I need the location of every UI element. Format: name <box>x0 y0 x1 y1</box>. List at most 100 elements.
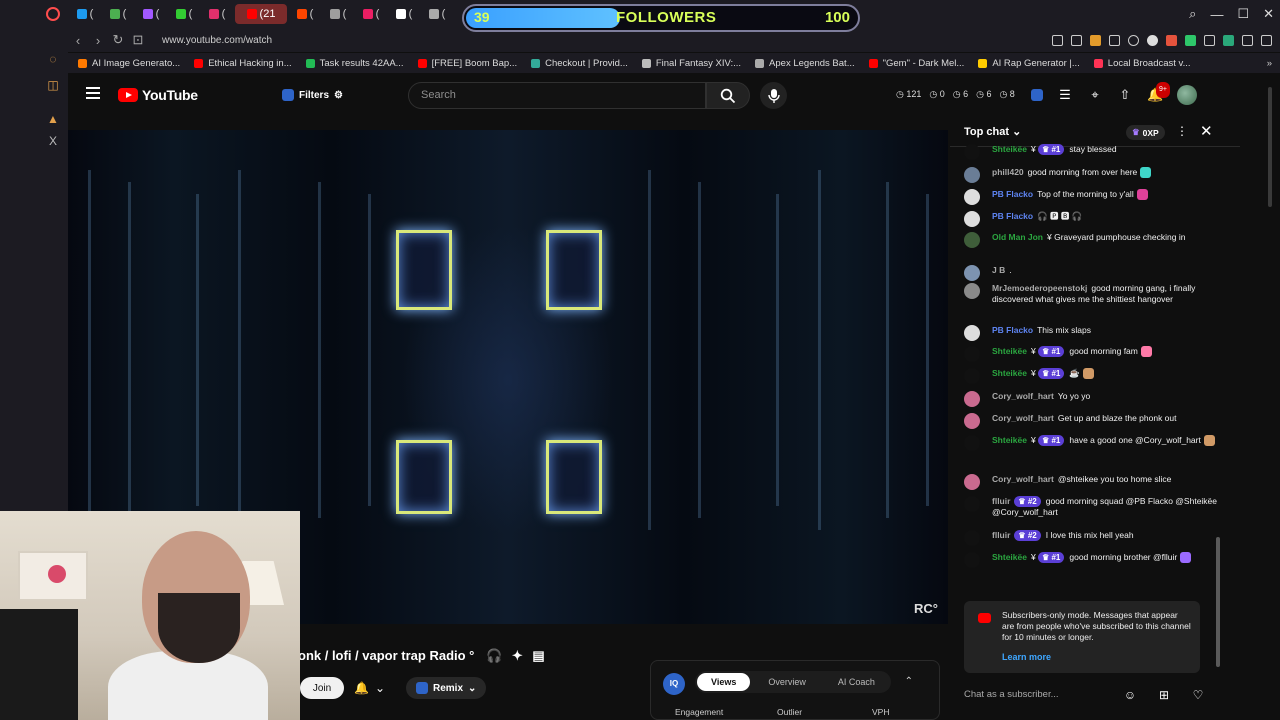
url-field[interactable]: www.youtube.com/watch <box>162 35 272 46</box>
analytics-tab-1[interactable]: Overview <box>754 673 820 691</box>
sidebar-x-icon[interactable]: X <box>46 134 60 148</box>
bookmarks-more-icon[interactable]: » <box>1267 58 1272 69</box>
search-input[interactable]: Search <box>408 82 706 109</box>
sidebar-ai-icon[interactable]: ◌ <box>46 52 60 66</box>
voice-search-button[interactable] <box>760 82 787 109</box>
page-scroll-thumb[interactable] <box>1268 87 1272 207</box>
chat-author[interactable]: PB Flacko <box>992 189 1033 199</box>
subscribed-bell-button[interactable]: 🔔 ⌄ <box>354 677 396 699</box>
chat-avatar[interactable] <box>964 552 980 568</box>
learn-more-link[interactable]: Learn more <box>1002 652 1051 662</box>
analytics-tab-0[interactable]: Views <box>697 673 751 691</box>
chat-author[interactable]: phill420 <box>992 167 1024 177</box>
chevron-up-icon[interactable]: ⌃ <box>905 676 913 687</box>
heart-icon[interactable]: ♡ <box>1190 687 1206 703</box>
bookmark-item-6[interactable]: Apex Legends Bat... <box>755 58 855 69</box>
chat-author[interactable]: Old Man Jon <box>992 232 1043 242</box>
chat-avatar[interactable] <box>964 265 980 281</box>
chat-author[interactable]: PB Flacko <box>992 211 1033 221</box>
youtube-logo[interactable]: YouTube <box>118 87 198 103</box>
account-avatar[interactable] <box>1177 85 1197 105</box>
chat-avatar[interactable] <box>964 530 980 546</box>
chat-avatar[interactable] <box>964 474 980 490</box>
chat-author[interactable]: MrJemoederopeenstokj <box>992 283 1087 293</box>
bookmark-item-4[interactable]: Checkout | Provid... <box>531 58 628 69</box>
chat-avatar[interactable] <box>964 283 980 299</box>
chat-author[interactable]: Cory_wolf_hart <box>992 391 1054 401</box>
chat-avatar[interactable] <box>964 413 980 429</box>
dollar-icon[interactable]: ⊞ <box>1156 687 1172 703</box>
tab-6[interactable]: ( <box>290 4 320 24</box>
forward-icon[interactable]: › <box>88 33 108 48</box>
tab-9[interactable]: ( <box>389 4 419 24</box>
sidebar-bag-icon[interactable]: ◫ <box>46 78 60 92</box>
play-icon[interactable] <box>1109 34 1120 46</box>
bookmark-item-8[interactable]: AI Rap Generator |... <box>978 58 1080 69</box>
minimize-icon[interactable]: — <box>1210 7 1223 22</box>
tab-7[interactable]: ( <box>323 4 353 24</box>
remix-button[interactable]: Remix ⌄ <box>406 677 487 699</box>
chat-scroll-thumb[interactable] <box>1216 537 1220 667</box>
heart-icon[interactable] <box>1128 34 1139 46</box>
bookmark-item-2[interactable]: Task results 42AA... <box>305 58 404 69</box>
chat-avatar[interactable] <box>964 346 980 362</box>
bookmark-item-7[interactable]: "Gem" - Dark Mel... <box>868 58 964 69</box>
iq-extension-icon[interactable] <box>1031 89 1043 101</box>
list-icon[interactable]: ☰ <box>1057 87 1073 103</box>
emoji-icon[interactable]: ☺ <box>1122 687 1138 703</box>
chat-avatar[interactable] <box>964 189 980 205</box>
tag-icon[interactable]: ⌖ <box>1087 87 1103 103</box>
tab-0[interactable]: ( <box>70 4 100 24</box>
puzzle-icon[interactable] <box>1204 34 1215 46</box>
bookmark-item-5[interactable]: Final Fantasy XIV:... <box>641 58 741 69</box>
bookmark-item-9[interactable]: Local Broadcast v... <box>1093 58 1191 69</box>
download-icon[interactable] <box>1242 34 1253 46</box>
chat-author[interactable]: Shteikëe <box>992 552 1027 562</box>
chat-author[interactable]: Shteikëe <box>992 435 1027 445</box>
notifications-icon[interactable]: 🔔 9+ <box>1147 82 1170 103</box>
chat-author[interactable]: PB Flacko <box>992 325 1033 335</box>
shield-icon[interactable] <box>1090 34 1101 46</box>
search-tabs-icon[interactable]: ⌕ <box>1189 6 1196 22</box>
analytics-tab-2[interactable]: AI Coach <box>824 673 889 691</box>
bookmark-item-1[interactable]: Ethical Hacking in... <box>194 58 292 69</box>
chat-scrollbar[interactable] <box>1216 157 1220 673</box>
profile-v-icon[interactable] <box>1223 34 1234 46</box>
channel-watermark[interactable]: RC° <box>914 601 938 616</box>
search-button[interactable] <box>706 82 750 109</box>
bookmark-item-3[interactable]: [FREE] Boom Bap... <box>417 58 517 69</box>
tab-5[interactable]: (21 <box>235 4 287 24</box>
chat-avatar[interactable] <box>964 144 980 160</box>
chat-author[interactable]: Cory_wolf_hart <box>992 474 1054 484</box>
top-chat-dropdown[interactable]: Top chat ⌄ <box>964 125 1021 138</box>
chat-author[interactable]: flluir <box>992 530 1010 540</box>
chat-avatar[interactable] <box>964 211 980 227</box>
tab-2[interactable]: ( <box>136 4 166 24</box>
opera-menu-icon[interactable] <box>46 7 60 21</box>
close-chat-icon[interactable]: ✕ <box>1200 122 1213 140</box>
tab-8[interactable]: ( <box>356 4 386 24</box>
extension-red-icon[interactable] <box>1166 34 1177 46</box>
chat-author[interactable]: flluir <box>992 496 1010 506</box>
chat-author[interactable]: Shteikëe <box>992 346 1027 356</box>
chat-avatar[interactable] <box>964 368 980 384</box>
screenshot-icon[interactable] <box>1071 34 1082 46</box>
bookmark-icon[interactable] <box>1052 34 1063 46</box>
chat-author[interactable]: J B <box>992 265 1005 275</box>
extension-s-icon[interactable] <box>1147 34 1158 46</box>
chat-avatar[interactable] <box>964 325 980 341</box>
back-icon[interactable]: ‹ <box>68 33 88 48</box>
more-options-icon[interactable]: ⋮ <box>1176 124 1188 138</box>
chat-avatar[interactable] <box>964 496 980 512</box>
chat-avatar[interactable] <box>964 232 980 248</box>
chat-avatar[interactable] <box>964 167 980 183</box>
tab-3[interactable]: ( <box>169 4 199 24</box>
upload-icon[interactable]: ⇧ <box>1117 87 1133 103</box>
chat-avatar[interactable] <box>964 391 980 407</box>
filters-button[interactable]: Filters ⚙ <box>282 85 343 105</box>
close-window-icon[interactable]: ✕ <box>1263 6 1274 22</box>
chat-avatar[interactable] <box>964 435 980 451</box>
chat-input[interactable]: Chat as a subscriber... <box>964 685 1114 705</box>
points-badge[interactable]: ♛ 0XP <box>1126 125 1165 140</box>
chat-author[interactable]: Shteikëe <box>992 144 1027 154</box>
